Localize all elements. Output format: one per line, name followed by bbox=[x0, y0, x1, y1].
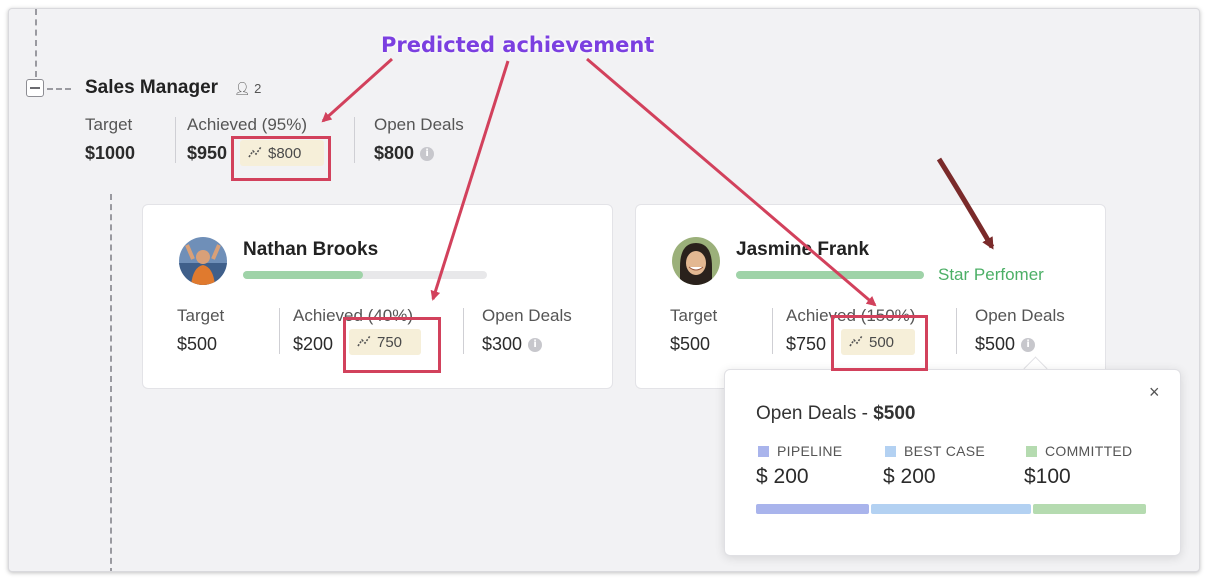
member-count-badge: 👤︎ 2 bbox=[234, 81, 261, 97]
progress-bar bbox=[736, 271, 924, 279]
divider bbox=[354, 117, 355, 163]
open-deals-amount: $300 bbox=[482, 334, 523, 354]
pipeline-swatch bbox=[758, 446, 769, 458]
committed-swatch bbox=[1026, 446, 1037, 458]
target-label: Target bbox=[177, 306, 225, 325]
open-deals-value[interactable]: $500 i bbox=[975, 334, 1036, 355]
popup-close-icon[interactable]: × bbox=[1149, 382, 1160, 403]
popup-title-value: $500 bbox=[873, 403, 916, 424]
manager-target-label: Target bbox=[85, 115, 133, 134]
open-deals-amount: $500 bbox=[975, 334, 1016, 354]
open-deals-value[interactable]: $300 i bbox=[482, 334, 543, 355]
person-icon: 👤︎ bbox=[234, 81, 251, 96]
manager-title: Sales Manager bbox=[85, 77, 219, 98]
target-value: $500 bbox=[670, 334, 711, 354]
open-deals-label: Open Deals bbox=[482, 306, 572, 325]
org-tree-panel: Sales Manager 👤︎ 2 Target $1000 Achieved… bbox=[8, 8, 1200, 572]
progress-fill bbox=[736, 271, 924, 279]
legend-label: PIPELINE bbox=[777, 443, 843, 459]
highlight-box bbox=[831, 315, 928, 371]
info-icon[interactable]: i bbox=[1021, 338, 1036, 353]
popup-title-prefix: Open Deals - bbox=[756, 403, 874, 424]
target-label: Target bbox=[670, 306, 718, 325]
best-case-value: $ 200 bbox=[883, 465, 936, 488]
best-case-swatch bbox=[885, 446, 896, 458]
best-case-segment bbox=[871, 504, 1031, 514]
achieved-value: $750 bbox=[786, 334, 827, 354]
highlight-box bbox=[231, 136, 331, 181]
open-deals-popup: × Open Deals - $500 PIPELINE $ 200 BEST … bbox=[724, 369, 1181, 556]
legend-best-case: BEST CASE bbox=[885, 443, 985, 461]
member-name: Jasmine Frank bbox=[736, 239, 870, 260]
achieved-value: $200 bbox=[293, 334, 334, 354]
progress-fill bbox=[243, 271, 363, 279]
collapse-toggle-icon[interactable] bbox=[26, 79, 44, 97]
manager-achieved-value: $950 bbox=[187, 143, 228, 163]
progress-bar bbox=[243, 271, 487, 279]
tree-connector-children bbox=[110, 194, 112, 571]
manager-open-deals-label: Open Deals bbox=[374, 115, 464, 134]
open-deals-label: Open Deals bbox=[975, 306, 1065, 325]
manager-target-value: $1000 bbox=[85, 143, 136, 163]
divider bbox=[956, 308, 957, 354]
popup-title: Open Deals - $500 bbox=[756, 403, 916, 425]
member-count: 2 bbox=[254, 81, 262, 96]
star-performer-badge: Star Perfomer bbox=[938, 265, 1044, 284]
divider bbox=[279, 308, 280, 354]
legend-pipeline: PIPELINE bbox=[758, 443, 842, 461]
pipeline-value: $ 200 bbox=[756, 465, 809, 488]
tree-connector-top bbox=[35, 9, 37, 77]
legend-label: BEST CASE bbox=[904, 443, 986, 459]
avatar bbox=[672, 237, 720, 285]
manager-open-deals-value[interactable]: $800 i bbox=[374, 143, 435, 164]
divider bbox=[463, 308, 464, 354]
committed-value: $100 bbox=[1024, 465, 1071, 488]
info-icon[interactable]: i bbox=[528, 338, 543, 353]
annotation-title: Predicted achievement bbox=[381, 33, 655, 57]
arrow-to-manager bbox=[321, 57, 394, 123]
pipeline-segment bbox=[756, 504, 869, 514]
member-name: Nathan Brooks bbox=[243, 239, 379, 260]
divider bbox=[772, 308, 773, 354]
info-icon[interactable]: i bbox=[420, 147, 435, 162]
tree-connector-horizontal bbox=[47, 88, 71, 90]
divider bbox=[175, 117, 176, 163]
committed-segment bbox=[1033, 504, 1146, 514]
target-value: $500 bbox=[177, 334, 218, 354]
highlight-box bbox=[343, 317, 441, 373]
avatar bbox=[179, 237, 227, 285]
legend-committed: COMMITTED bbox=[1026, 443, 1132, 461]
legend-label: COMMITTED bbox=[1045, 443, 1133, 459]
manager-open-deals-amount: $800 bbox=[374, 143, 415, 163]
manager-achieved-label: Achieved (95%) bbox=[187, 115, 308, 134]
